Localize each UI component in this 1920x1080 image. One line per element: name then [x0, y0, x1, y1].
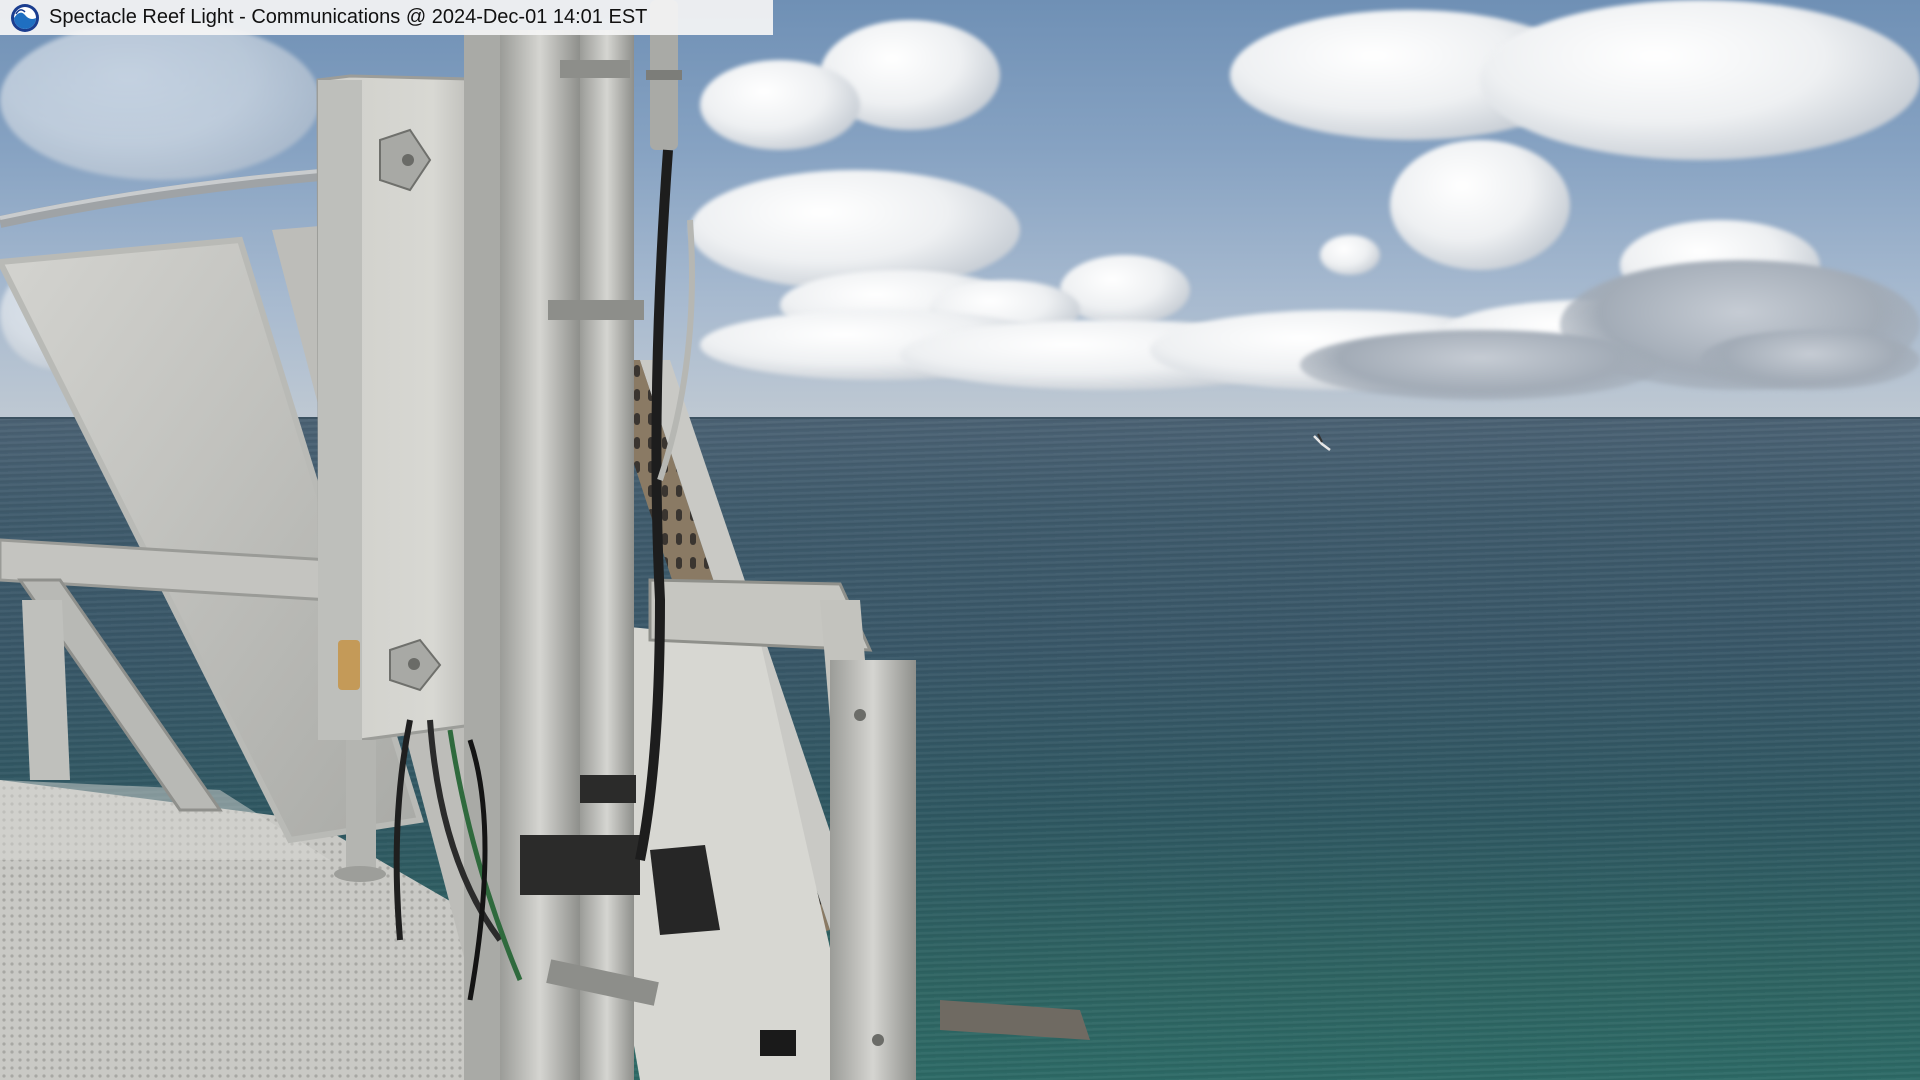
- camera-title-bar: Spectacle Reef Light - Communications @ …: [0, 0, 773, 35]
- camera-title: Spectacle Reef Light - Communications @ …: [49, 6, 648, 28]
- webcam-image: Spectacle Reef Light - Communications @ …: [0, 0, 1920, 1080]
- noaa-logo-icon: [11, 3, 39, 32]
- lighthouse-equipment: [0, 0, 1090, 1080]
